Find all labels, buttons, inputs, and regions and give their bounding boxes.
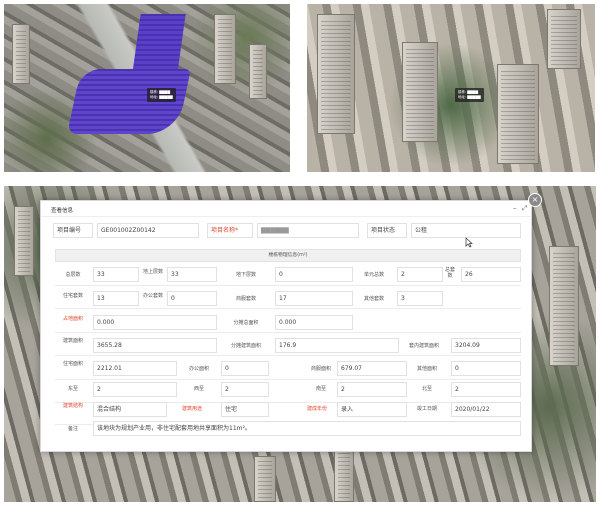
project-code-label: 项目编号 <box>57 227 82 234</box>
build-year-label: 建成年份 <box>306 406 327 412</box>
building <box>214 14 236 84</box>
south-boundary-label: 南至 <box>315 386 326 392</box>
other-area-label: 其他面积 <box>416 366 437 372</box>
aerial-view-top-left[interactable]: 楼栋: ▇▇▇▇ 地址: ▇▇▇▇▇ <box>4 4 290 172</box>
building <box>549 246 579 366</box>
project-code-field[interactable]: GE001002Z00142 <box>97 223 199 238</box>
dialog-header: 查看信息 – ⤢ <box>41 201 531 217</box>
building-info-dialog: 查看信息 – ⤢ 项目编号 GE001002Z00142 项目名称* ▇▇▇▇▇… <box>40 200 532 452</box>
residential-suites-field[interactable]: 13 <box>93 291 139 306</box>
west-boundary-label: 西至 <box>193 386 204 392</box>
dialog-title: 查看信息 <box>51 208 74 214</box>
south-boundary-field[interactable]: 2 <box>337 382 407 397</box>
shared-total-area-field[interactable]: 0.000 <box>275 315 353 330</box>
residential-area-field[interactable]: 2212.01 <box>93 361 177 376</box>
total-floors-label: 总层数 <box>65 272 81 278</box>
total-suites-label: 总套数 <box>445 267 456 279</box>
building <box>402 42 438 142</box>
commercial-suites-label: 商服套数 <box>235 296 256 302</box>
tooltip-line: 地址: ▇▇▇▇▇ <box>458 95 481 99</box>
building-tooltip: 楼栋: ▇▇▇▇ 地址: ▇▇▇▇▇ <box>455 88 484 102</box>
building-tooltip: 楼栋: ▇▇▇▇ 地址: ▇▇▇▇▇ <box>147 88 176 102</box>
building <box>254 456 276 502</box>
other-suites-label: 其他套数 <box>363 296 384 302</box>
remarks-field[interactable]: 该地块为规划产业用，非住宅配套用地共享面积为11m²。 <box>93 421 521 436</box>
project-name-value: ▇▇▇▇▇▇ <box>261 227 289 234</box>
tooltip-line: 地址: ▇▇▇▇▇ <box>150 95 173 99</box>
office-suites-label: 办公套数 <box>142 293 163 299</box>
commercial-suites-field[interactable]: 17 <box>275 291 353 306</box>
above-ground-floors-field[interactable]: 33 <box>167 267 217 282</box>
project-name-label-box: 项目名称* <box>207 223 253 238</box>
total-suites-field[interactable]: 26 <box>461 267 521 282</box>
building <box>12 24 30 84</box>
section-header: 楼栋物理信息(m²) <box>55 249 521 262</box>
land-area-label: 占地面积 <box>62 316 83 322</box>
shared-total-area-label: 分摊总面积 <box>233 320 259 326</box>
project-name-field[interactable]: ▇▇▇▇▇▇ <box>257 223 359 238</box>
close-icon[interactable]: × <box>528 193 542 207</box>
building <box>249 44 267 99</box>
completion-date-label: 竣工日期 <box>416 406 437 412</box>
east-boundary-field[interactable]: 2 <box>93 382 177 397</box>
other-area-field[interactable]: 0 <box>451 361 521 376</box>
shared-building-area-field[interactable]: 176.9 <box>275 338 399 353</box>
north-boundary-field[interactable]: 2 <box>451 382 521 397</box>
interior-area-label: 套内建筑面积 <box>408 343 439 349</box>
total-floors-field[interactable]: 33 <box>93 267 139 282</box>
building <box>547 9 581 69</box>
remarks-label: 备注 <box>67 426 78 432</box>
interior-area-field[interactable]: 3204.09 <box>451 338 521 353</box>
residential-suites-label: 住宅套数 <box>62 293 83 299</box>
commercial-area-field[interactable]: 679.07 <box>337 361 407 376</box>
project-code-label-box: 项目编号 <box>53 223 93 238</box>
completion-date-field[interactable]: 2020/01/22 <box>451 402 521 417</box>
usage-label: 建筑用途 <box>181 406 202 412</box>
project-status-field[interactable]: 公租 <box>411 223 521 238</box>
building-area-field[interactable]: 3655.28 <box>93 338 217 353</box>
unit-count-label: 单元总数 <box>363 272 384 278</box>
office-suites-field[interactable]: 0 <box>167 291 217 306</box>
build-year-field[interactable]: 录入 <box>337 402 407 417</box>
project-status-value: 公租 <box>415 227 428 234</box>
maximize-icon[interactable]: ⤢ <box>522 205 527 212</box>
project-name-label: 项目名称* <box>211 227 239 234</box>
north-boundary-label: 北至 <box>421 386 432 392</box>
unit-count-field[interactable]: 2 <box>397 267 443 282</box>
commercial-area-label: 商服面积 <box>310 366 331 372</box>
usage-field[interactable]: 住宅 <box>221 402 269 417</box>
project-code-value: GE001002Z00142 <box>101 227 156 234</box>
highlighted-building[interactable] <box>67 14 194 139</box>
east-boundary-label: 东至 <box>67 386 78 392</box>
structure-field[interactable]: 混合结构 <box>93 402 167 417</box>
structure-label: 建筑结构 <box>62 403 83 409</box>
shared-building-area-label: 分摊建筑面积 <box>230 343 261 349</box>
below-ground-floors-label: 地下层数 <box>235 272 256 278</box>
project-status-label-box: 项目状态 <box>367 223 407 238</box>
building <box>317 14 355 134</box>
mouse-cursor-icon <box>465 237 473 248</box>
other-suites-field[interactable]: 3 <box>397 291 443 306</box>
west-boundary-field[interactable]: 2 <box>221 382 269 397</box>
building <box>497 64 539 164</box>
above-ground-floors-label: 地上层数 <box>142 269 163 275</box>
minimize-icon[interactable]: – <box>513 205 517 212</box>
office-area-field[interactable]: 0 <box>221 361 269 376</box>
building <box>14 206 34 276</box>
residential-area-label: 住宅面积 <box>62 361 83 367</box>
below-ground-floors-field[interactable]: 0 <box>275 267 353 282</box>
land-area-field[interactable]: 0.000 <box>93 315 217 330</box>
building <box>334 448 354 502</box>
office-area-label: 办公面积 <box>188 366 209 372</box>
building-area-label: 建筑面积 <box>62 338 83 344</box>
aerial-view-top-right[interactable]: 楼栋: ▇▇▇▇ 地址: ▇▇▇▇▇ <box>307 4 595 172</box>
project-status-label: 项目状态 <box>371 227 396 234</box>
